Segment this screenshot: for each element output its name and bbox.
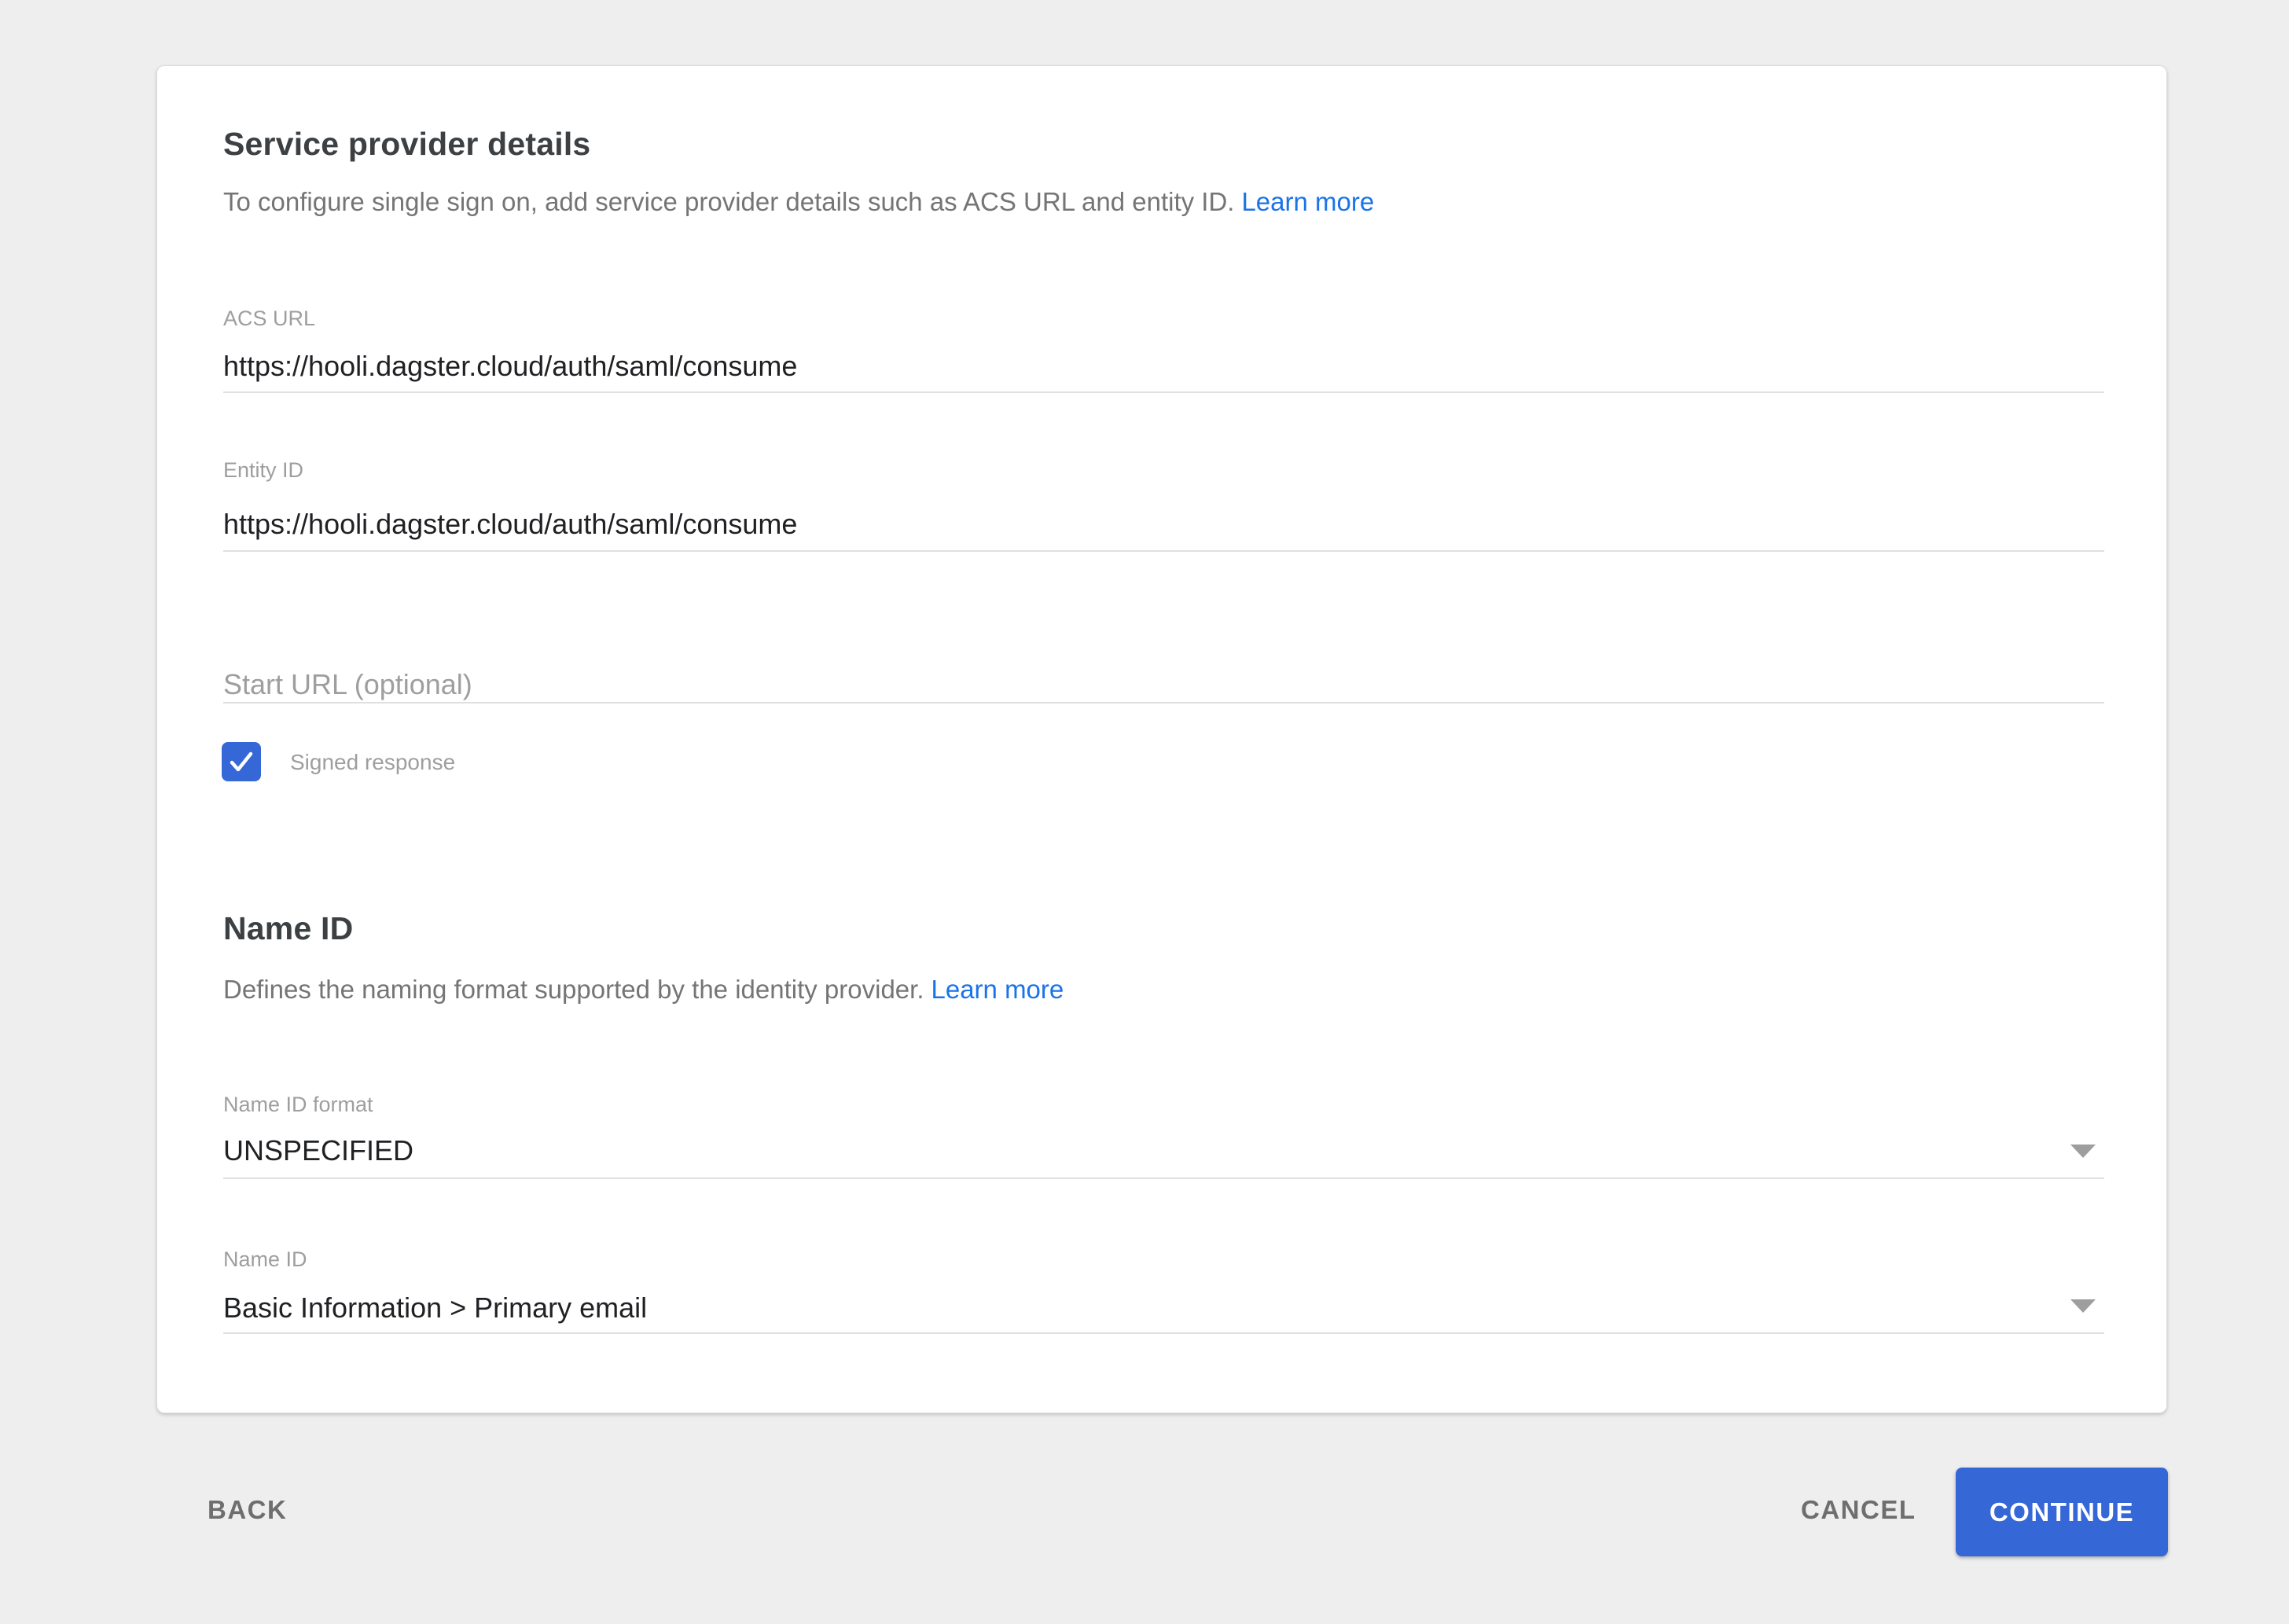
name-id-description-text: Defines the naming format supported by t… <box>223 975 924 1004</box>
service-provider-description-text: To configure single sign on, add service… <box>223 187 1234 216</box>
name-id-select[interactable]: Basic Information > Primary email <box>223 1289 2063 1327</box>
acs-url-label: ACS URL <box>223 306 315 331</box>
name-id-format-label: Name ID format <box>223 1092 373 1117</box>
start-url-underline <box>223 702 2104 704</box>
continue-button[interactable]: CONTINUE <box>1956 1468 2168 1556</box>
name-id-format-select[interactable]: UNSPECIFIED <box>223 1132 2063 1170</box>
signed-response-label: Signed response <box>290 749 455 776</box>
entity-id-input[interactable] <box>223 501 2104 548</box>
learn-more-link-service-provider[interactable]: Learn more <box>1241 187 1374 216</box>
name-id-label: Name ID <box>223 1247 307 1272</box>
chevron-down-icon <box>2070 1299 2096 1313</box>
cancel-button[interactable]: CANCEL <box>1801 1493 1916 1527</box>
start-url-input[interactable] <box>223 661 2104 708</box>
signed-response-checkbox[interactable] <box>222 742 261 781</box>
entity-id-underline <box>223 550 2104 552</box>
back-button[interactable]: BACK <box>208 1493 287 1527</box>
name-id-description: Defines the naming format supported by t… <box>223 972 1064 1007</box>
page-background: Service provider details To configure si… <box>0 0 2289 1624</box>
service-provider-details-title: Service provider details <box>223 124 590 164</box>
acs-url-underline <box>223 391 2104 393</box>
service-provider-description: To configure single sign on, add service… <box>223 185 1374 219</box>
learn-more-link-name-id[interactable]: Learn more <box>931 975 1064 1004</box>
entity-id-label: Entity ID <box>223 457 303 483</box>
name-id-section-title: Name ID <box>223 909 353 948</box>
acs-url-input[interactable] <box>223 343 2104 390</box>
sso-service-provider-card: Service provider details To configure si… <box>156 65 2167 1413</box>
name-id-underline <box>223 1332 2104 1334</box>
checkmark-icon <box>226 747 256 777</box>
name-id-format-underline <box>223 1178 2104 1179</box>
chevron-down-icon <box>2070 1145 2096 1158</box>
